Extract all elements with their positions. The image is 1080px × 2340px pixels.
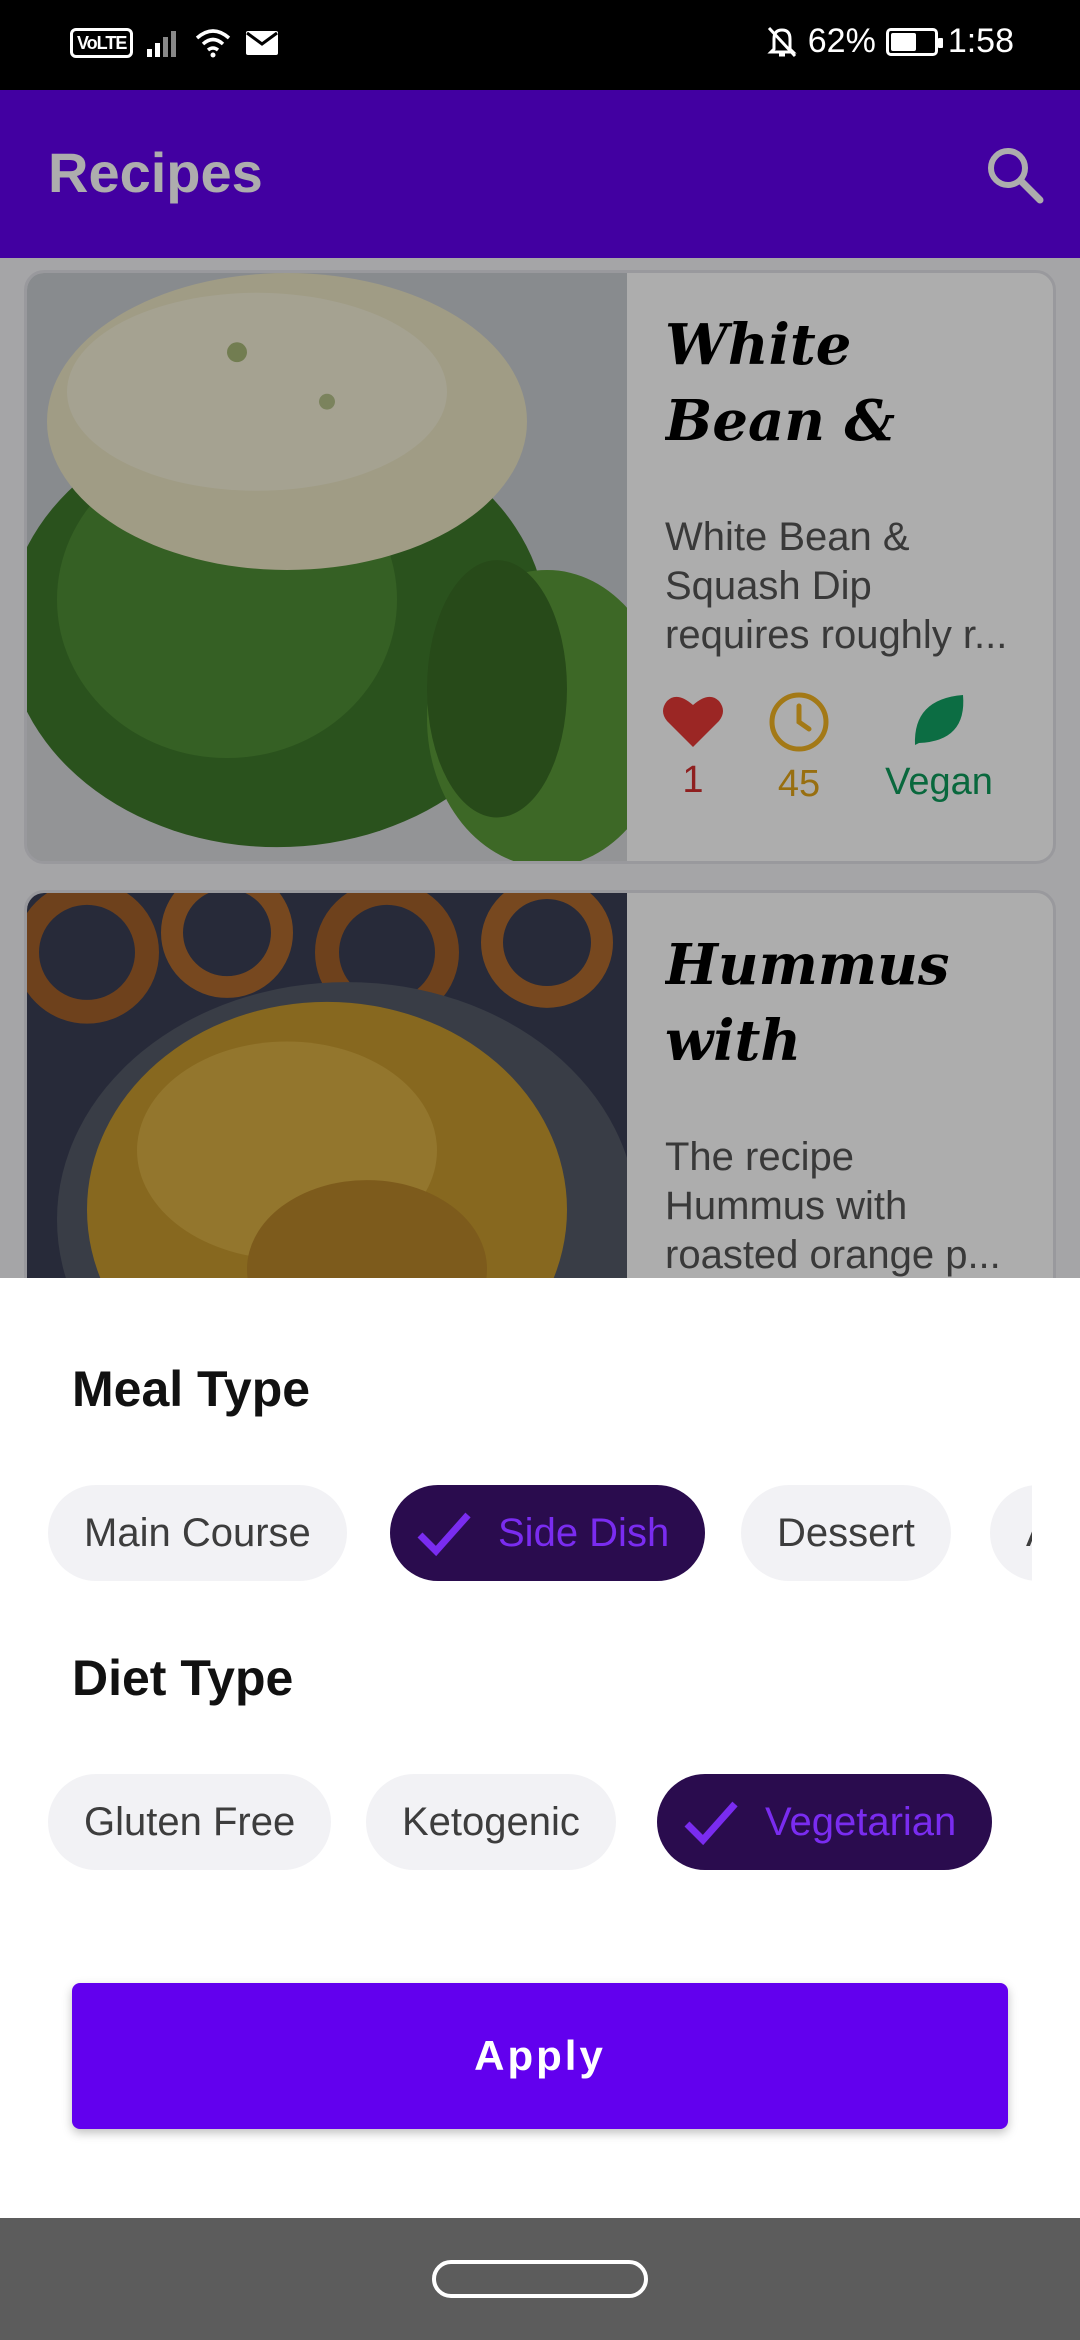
chip-main-course[interactable]: Main Course [48, 1485, 347, 1581]
check-icon [417, 1512, 471, 1557]
mail-icon [246, 31, 279, 55]
check-icon [684, 1801, 738, 1846]
wifi-icon [196, 29, 231, 58]
signal-icon [147, 31, 177, 57]
chip-gluten-free[interactable]: Gluten Free [48, 1774, 332, 1870]
status-bar: VoLTE 62% 1:58 [0, 0, 1080, 90]
status-right: 62% 1:58 [766, 22, 1014, 61]
battery-icon [885, 27, 943, 56]
chip-label: Vegetarian [765, 1800, 957, 1844]
diet-type-title: Diet Type [72, 1650, 294, 1706]
battery-percent: 62% [807, 22, 876, 60]
apply-button[interactable]: Apply [72, 1983, 1008, 2129]
chip-more[interactable]: A [990, 1485, 1032, 1581]
chip-side-dish[interactable]: Side Dish [390, 1485, 706, 1581]
chip-dessert[interactable]: Dessert [741, 1485, 951, 1581]
system-nav-bar [0, 2218, 1080, 2340]
mute-bell-icon [767, 26, 797, 57]
status-left: VoLTE [70, 28, 279, 58]
meal-type-title: Meal Type [72, 1361, 311, 1417]
diet-type-chips[interactable]: Gluten Free Ketogenic Vegetarian [48, 1774, 1032, 1870]
meal-type-chips[interactable]: Main Course Side Dish Dessert A [48, 1485, 1032, 1581]
chip-label: Side Dish [498, 1511, 670, 1555]
clock: 1:58 [947, 22, 1014, 60]
filter-bottom-sheet: Meal Type Main Course Side Dish Dessert … [0, 1278, 1080, 2218]
sheet-scrim[interactable] [0, 90, 1080, 1278]
volte-icon: VoLTE [70, 28, 134, 58]
home-gesture-handle[interactable] [432, 2260, 648, 2298]
chip-vegetarian[interactable]: Vegetarian [657, 1774, 993, 1870]
chip-ketogenic[interactable]: Ketogenic [366, 1774, 616, 1870]
